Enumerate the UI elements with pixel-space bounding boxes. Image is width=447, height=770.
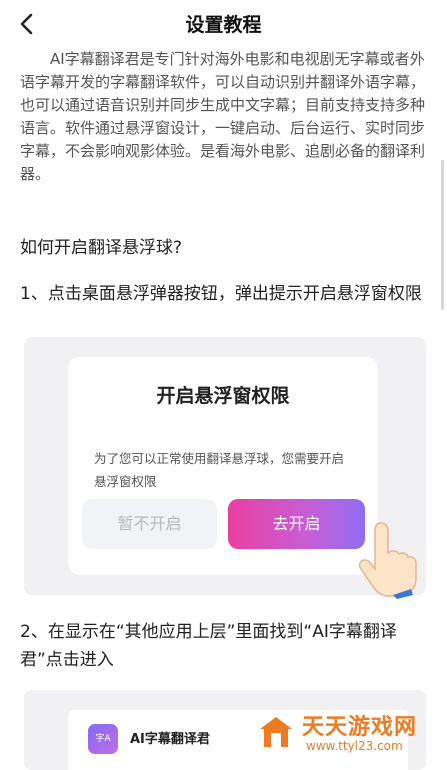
intro-paragraph: AI字幕翻译君是专门针对海外电影和电视剧无字幕或者外语字幕开发的字幕翻译软件，可… bbox=[20, 50, 426, 183]
app-icon: 字A bbox=[88, 724, 118, 754]
site-watermark: 天天游戏网 www.ttyl23.com bbox=[258, 707, 444, 759]
dialog-message: 为了您可以正常使用翻译悬浮球，您需要开启悬浮窗权限 bbox=[94, 451, 345, 489]
step-1-text: 1、点击桌面悬浮弹器按钮，弹出提示开启悬浮窗权限 bbox=[20, 284, 422, 304]
page-title: 设置教程 bbox=[185, 14, 262, 36]
permission-dialog: 开启悬浮窗权限 为了您可以正常使用翻译悬浮球，您需要开启悬浮窗权限 暂不开启 去… bbox=[68, 357, 417, 599]
watermark-url: www.ttyl23.com bbox=[306, 739, 403, 753]
scrollbar[interactable] bbox=[441, 160, 444, 310]
enable-button: 去开启 bbox=[228, 499, 365, 549]
section-question: 如何开启翻译悬浮球? bbox=[20, 238, 183, 258]
dialog-example-illustration: 开启悬浮窗权限 为了您可以正常使用翻译悬浮球，您需要开启悬浮窗权限 暂不开启 去… bbox=[24, 337, 426, 599]
dialog-title: 开启悬浮窗权限 bbox=[156, 385, 290, 407]
house-logo-icon bbox=[260, 717, 292, 747]
top-bar: 设置教程 bbox=[0, 0, 447, 48]
pointing-hand-icon bbox=[358, 522, 417, 599]
step-2-text: 2、在显示在“其他应用上层”里面找到“AI字幕翻译君”点击进入 bbox=[20, 622, 397, 670]
cancel-button: 暂不开启 bbox=[82, 499, 217, 549]
watermark-title: 天天游戏网 bbox=[302, 715, 418, 740]
app-name: AI字幕翻译君 bbox=[130, 732, 210, 747]
